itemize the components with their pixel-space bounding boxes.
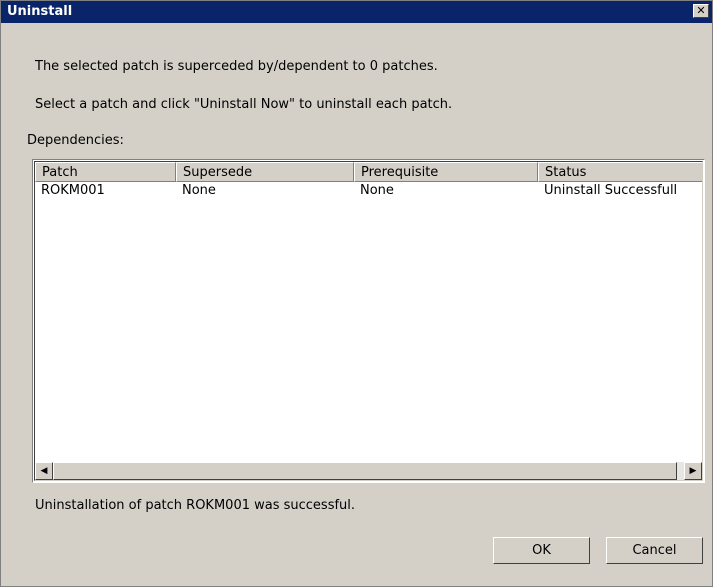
uninstall-dialog: Uninstall ✕ The selected patch is superc… — [0, 0, 713, 587]
column-header-patch[interactable]: Patch — [35, 162, 176, 182]
list-header: Patch Supersede Prerequisite Status — [35, 162, 702, 182]
column-header-prerequisite[interactable]: Prerequisite — [354, 162, 538, 182]
scroll-left-button[interactable]: ◀ — [35, 462, 53, 480]
cell-status: Uninstall Successfull — [544, 183, 678, 198]
cancel-button[interactable]: Cancel — [606, 537, 703, 564]
ok-button[interactable]: OK — [493, 537, 590, 564]
instruction-message: Select a patch and click "Uninstall Now"… — [35, 97, 453, 112]
scroll-left-icon: ◀ — [40, 466, 48, 476]
dependencies-label: Dependencies: — [27, 133, 124, 148]
title-bar[interactable]: Uninstall ✕ — [1, 1, 712, 23]
cell-supersede: None — [182, 183, 216, 198]
window-title: Uninstall — [7, 4, 73, 19]
column-header-status[interactable]: Status — [538, 162, 702, 182]
scroll-thumb[interactable] — [53, 462, 677, 480]
scroll-right-button[interactable]: ▶ — [684, 462, 702, 480]
cell-patch: ROKM001 — [41, 183, 105, 198]
status-message: Uninstallation of patch ROKM001 was succ… — [35, 498, 356, 513]
cell-prerequisite: None — [360, 183, 394, 198]
column-header-supersede[interactable]: Supersede — [176, 162, 354, 182]
close-icon: ✕ — [696, 4, 706, 17]
close-button[interactable]: ✕ — [693, 4, 709, 18]
dependencies-list[interactable]: Patch Supersede Prerequisite Status ROKM… — [32, 159, 705, 483]
horizontal-scrollbar[interactable]: ◀ ▶ — [35, 462, 702, 480]
scroll-right-icon: ▶ — [689, 466, 697, 476]
superceded-message: The selected patch is superceded by/depe… — [35, 59, 438, 74]
